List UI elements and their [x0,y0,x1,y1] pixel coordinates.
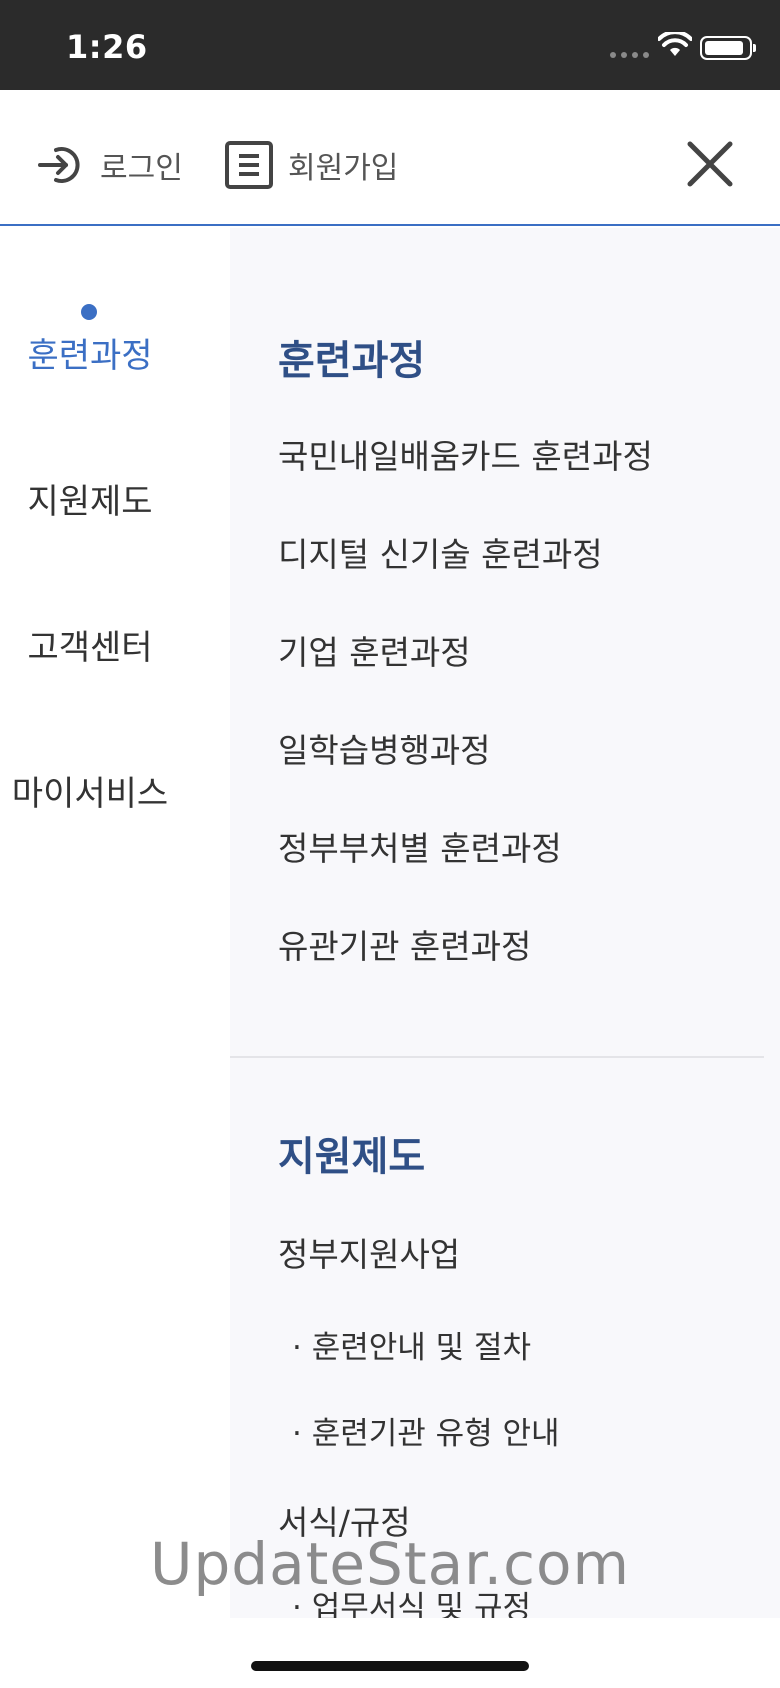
nav-item-support[interactable]: 지원제도 [0,474,180,523]
menu-header: 로그인 회원가입 [0,90,780,226]
signal-icon [610,52,649,58]
link-ministry-training[interactable]: 정부부처별 훈련과정 [278,822,562,870]
status-time: 1:26 [66,28,148,66]
nav-item-training[interactable]: 훈련과정 [0,328,180,377]
home-indicator[interactable] [251,1661,529,1671]
link-training-procedure[interactable]: · 훈련안내 및 절차 [292,1322,531,1367]
link-work-study[interactable]: 일학습병행과정 [278,724,491,772]
section-title-training: 훈련과정 [278,338,426,384]
link-government-support[interactable]: 정부지원사업 [278,1228,460,1276]
link-company-training[interactable]: 기업 훈련과정 [278,626,471,674]
nav-item-my-service[interactable]: 마이서비스 [0,766,180,815]
login-icon [38,147,80,183]
submenu-panel: 훈련과정 국민내일배움카드 훈련과정 디지털 신기술 훈련과정 기업 훈련과정 … [230,228,780,1618]
link-institution-types[interactable]: · 훈련기관 유형 안내 [292,1408,560,1453]
login-label: 로그인 [100,151,183,186]
status-bar: 1:26 [0,0,780,90]
category-nav: 훈련과정 지원제도 고객센터 마이서비스 [0,228,230,1628]
login-button[interactable]: 로그인 [36,140,183,190]
link-digital-tech-training[interactable]: 디지털 신기술 훈련과정 [278,528,603,576]
battery-icon [700,36,756,60]
close-icon[interactable] [684,138,736,190]
nav-item-customer-center[interactable]: 고객센터 [0,620,180,669]
link-national-card-training[interactable]: 국민내일배움카드 훈련과정 [278,430,653,478]
section-title-support: 지원제도 [278,1134,426,1180]
link-related-institution-training[interactable]: 유관기관 훈련과정 [278,920,531,968]
signup-label: 회원가입 [288,151,399,186]
wifi-icon [658,32,692,56]
section-divider [230,1056,764,1058]
signup-button[interactable]: 회원가입 [224,140,398,190]
active-indicator [81,304,97,320]
form-icon [225,141,273,189]
watermark: UpdateStar.com [150,1530,630,1598]
